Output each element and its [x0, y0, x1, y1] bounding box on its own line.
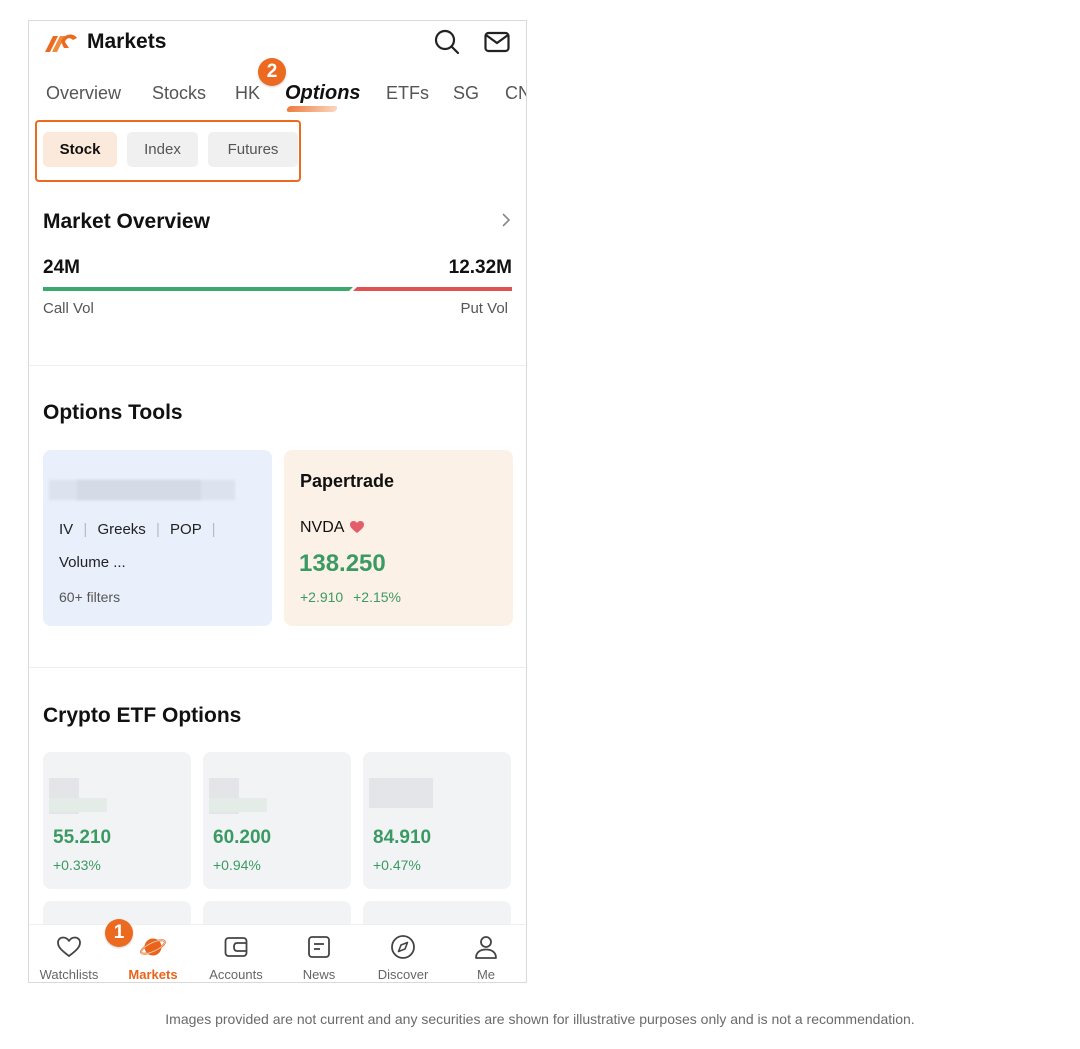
nav-label-accounts: Accounts — [209, 967, 263, 982]
tab-hk[interactable]: HK — [235, 83, 260, 104]
papertrade-change: +2.910 +2.15% — [300, 589, 401, 605]
crypto-etf-title: Crypto ETF Options — [43, 704, 242, 727]
etf-price: 55.210 — [53, 827, 112, 848]
chevron-right-icon[interactable] — [500, 212, 512, 228]
tab-overview[interactable]: Overview — [46, 83, 121, 104]
search-icon[interactable] — [433, 28, 461, 56]
put-vol-bar — [353, 287, 512, 291]
nav-watchlists[interactable]: Watchlists — [29, 925, 109, 982]
section-divider — [29, 365, 526, 366]
change-abs: +2.910 — [300, 589, 344, 605]
options-tools-title: Options Tools — [43, 401, 183, 424]
papertrade-symbol: NVDA — [300, 519, 365, 537]
etf-change: +0.33% — [53, 857, 101, 873]
phone-screen: Markets Overview Stocks HK Options ETFs … — [28, 20, 527, 983]
blurred-name — [49, 798, 107, 812]
crypto-etf-card[interactable]: 60.200 +0.94% — [203, 752, 351, 889]
blurred-symbol — [369, 778, 433, 808]
papertrade-title: Papertrade — [300, 471, 395, 491]
etf-price: 60.200 — [213, 827, 272, 848]
nav-news[interactable]: News — [279, 925, 359, 982]
etf-change: +0.94% — [213, 857, 261, 873]
separator: | — [83, 521, 88, 538]
tab-etfs[interactable]: ETFs — [386, 83, 429, 104]
callout-badge-1: 1 — [105, 919, 133, 947]
active-tab-indicator — [285, 106, 339, 112]
tab-cn[interactable]: CN — [505, 83, 526, 104]
heart-filled-icon — [350, 521, 365, 534]
bottom-nav: Watchlists Markets Accounts News Discove… — [29, 924, 526, 982]
nav-discover[interactable]: Discover — [363, 925, 443, 982]
mail-icon[interactable] — [483, 28, 511, 56]
feature-iv: IV — [59, 521, 74, 538]
blurred-name — [209, 798, 267, 812]
logo-icon — [45, 34, 77, 52]
screener-line2: Volume ... — [59, 554, 126, 571]
tab-sg[interactable]: SG — [453, 83, 479, 104]
call-vol-value: 24M — [43, 257, 80, 278]
nav-label-discover: Discover — [377, 967, 429, 982]
market-overview-title[interactable]: Market Overview — [43, 210, 210, 234]
call-vol-label: Call Vol — [43, 300, 94, 317]
call-vol-bar — [43, 287, 353, 291]
papertrade-card[interactable]: Papertrade NVDA 138.250 +2.910 +2.15% — [284, 450, 513, 626]
symbol-text: NVDA — [300, 519, 344, 536]
screener-card[interactable]: IV | Greeks | POP | Volume ... 60+ filte… — [43, 450, 272, 626]
feature-greeks: Greeks — [97, 521, 146, 538]
crypto-etf-card[interactable]: 84.910 +0.47% — [363, 752, 511, 889]
feature-pop: POP — [170, 521, 202, 538]
planet-icon — [140, 938, 166, 956]
change-pct: +2.15% — [353, 589, 401, 605]
tab-options[interactable]: Options — [285, 82, 361, 105]
screener-features: IV | Greeks | POP | — [59, 521, 222, 538]
segment-stock[interactable]: Stock — [43, 132, 117, 167]
blurred-title-inner — [77, 480, 201, 500]
heart-icon — [57, 936, 81, 958]
nav-label-news: News — [302, 967, 336, 982]
section-divider — [29, 667, 526, 668]
etf-price: 84.910 — [373, 827, 432, 848]
segment-futures[interactable]: Futures — [208, 132, 298, 167]
page-title: Markets — [87, 30, 167, 53]
put-vol-label: Put Vol — [460, 300, 508, 317]
user-icon — [475, 936, 497, 959]
nav-label-markets: Markets — [128, 967, 178, 982]
etf-change: +0.47% — [373, 857, 421, 873]
wallet-icon — [224, 937, 248, 957]
nav-me[interactable]: Me — [446, 925, 526, 982]
segment-index[interactable]: Index — [127, 132, 198, 167]
callout-badge-2: 2 — [258, 58, 286, 86]
disclaimer-text: Images provided are not current and any … — [165, 1011, 915, 1027]
tab-stocks[interactable]: Stocks — [152, 83, 206, 104]
nav-label-watchlists: Watchlists — [39, 967, 99, 982]
compass-icon — [391, 935, 415, 959]
put-vol-value: 12.32M — [448, 257, 512, 278]
separator: | — [211, 521, 216, 538]
crypto-etf-card[interactable]: 55.210 +0.33% — [43, 752, 191, 889]
nav-label-me: Me — [476, 967, 496, 982]
screener-filters: 60+ filters — [59, 589, 121, 605]
nav-accounts[interactable]: Accounts — [196, 925, 276, 982]
papertrade-price: 138.250 — [299, 550, 386, 577]
news-icon — [308, 936, 330, 958]
separator: | — [155, 521, 160, 538]
